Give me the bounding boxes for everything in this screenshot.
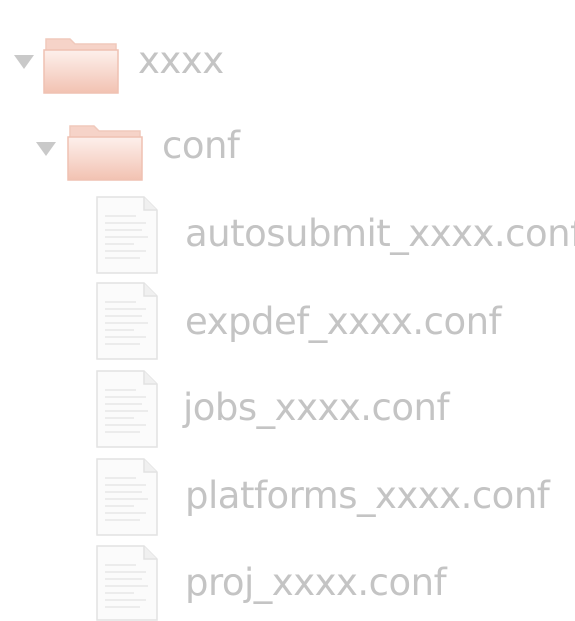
tree-node-label: platforms_xxxx.conf (185, 474, 550, 517)
tree-node-label: expdef_xxxx.conf (185, 300, 502, 343)
tree-node-file[interactable]: platforms_xxxx.conf (0, 458, 575, 538)
expander-open-icon[interactable] (14, 55, 34, 69)
text-file-icon (96, 196, 158, 274)
tree-node-file[interactable]: jobs_xxxx.conf (0, 370, 575, 450)
text-file-icon (96, 545, 158, 621)
tree-node-file[interactable]: autosubmit_xxxx.conf (0, 194, 575, 274)
tree-node-xxxx[interactable]: xxxx (0, 25, 260, 105)
tree-node-file[interactable]: expdef_xxxx.conf (0, 282, 575, 362)
tree-node-label: jobs_xxxx.conf (183, 386, 449, 429)
tree-node-label: xxxx (138, 39, 224, 82)
tree-node-label: autosubmit_xxxx.conf (185, 212, 575, 255)
tree-node-label: proj_xxxx.conf (185, 561, 447, 604)
tree-node-label: conf (162, 124, 240, 167)
text-file-icon (96, 282, 158, 360)
text-file-icon (96, 458, 158, 536)
text-file-icon (96, 370, 158, 448)
file-tree: xxxx conf autosubmit_xxxx.conf expdef_xx… (0, 0, 575, 621)
folder-icon (43, 38, 119, 94)
expander-open-icon[interactable] (36, 142, 56, 156)
tree-node-file[interactable]: proj_xxxx.conf (0, 545, 575, 621)
tree-node-conf[interactable]: conf (0, 112, 260, 192)
folder-icon (67, 125, 143, 181)
